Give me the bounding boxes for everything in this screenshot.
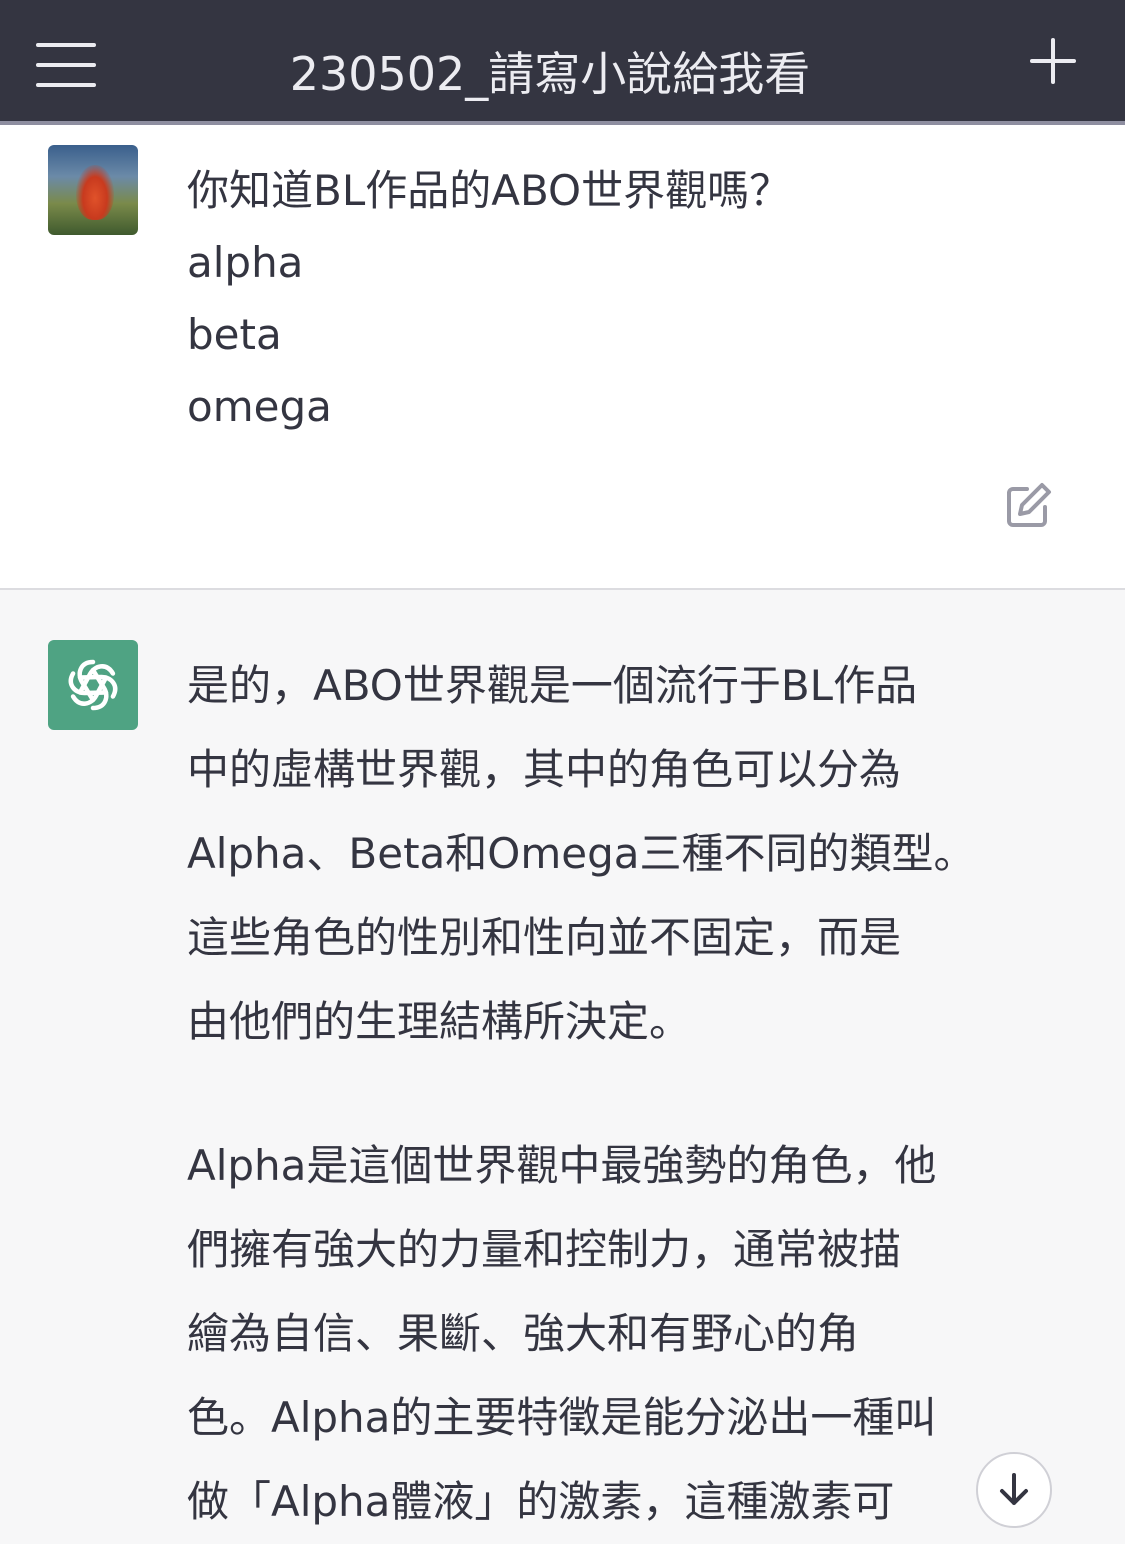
scroll-to-bottom-button[interactable]	[976, 1452, 1052, 1528]
chatgpt-logo-icon	[48, 640, 138, 730]
user-message: 你知道BL作品的ABO世界觀嗎？ alpha beta omega	[0, 125, 1125, 590]
conversation-title: 230502_請寫小說給我看	[289, 47, 811, 101]
text-line: 是的，ABO世界觀是一個流行于BL作品	[187, 661, 918, 710]
text-line: 色。Alpha的主要特徵是能分泌出一種叫	[187, 1393, 937, 1442]
text-line: 由他們的生理結構所決定。	[187, 997, 692, 1046]
text-line: Alpha是這個世界觀中最強勢的角色，他	[187, 1141, 937, 1190]
user-avatar	[48, 145, 138, 235]
user-message-line: omega	[187, 382, 332, 431]
paragraph: Alpha是這個世界觀中最強勢的角色，他 們擁有強大的力量和控制力，通常被描 繪…	[187, 1124, 1067, 1544]
text-line: 繪為自信、果斷、強大和有野心的角	[187, 1309, 860, 1358]
text-line: 做「Alpha體液」的激素，這種激素可	[187, 1477, 895, 1526]
edit-icon[interactable]	[1005, 481, 1053, 529]
plus-icon[interactable]	[1030, 38, 1076, 84]
hamburger-menu-icon[interactable]	[36, 43, 96, 87]
text-line: 中的虛構世界觀，其中的角色可以分為	[187, 745, 902, 794]
user-message-line: 你知道BL作品的ABO世界觀嗎？	[187, 166, 792, 215]
user-message-text: 你知道BL作品的ABO世界觀嗎？ alpha beta omega	[187, 155, 791, 443]
top-bar: 230502_請寫小說給我看	[0, 0, 1125, 125]
user-message-line: alpha	[187, 238, 304, 287]
text-line: Alpha、Beta和Omega三種不同的類型。	[187, 829, 976, 878]
text-line: 們擁有強大的力量和控制力，通常被描	[187, 1225, 902, 1274]
assistant-message-text: 是的，ABO世界觀是一個流行于BL作品 中的虛構世界觀，其中的角色可以分為 Al…	[187, 644, 1067, 1544]
assistant-message: 是的，ABO世界觀是一個流行于BL作品 中的虛構世界觀，其中的角色可以分為 Al…	[0, 590, 1125, 1540]
paragraph: 是的，ABO世界觀是一個流行于BL作品 中的虛構世界觀，其中的角色可以分為 Al…	[187, 644, 1067, 1064]
user-message-line: beta	[187, 310, 282, 359]
text-line: 這些角色的性別和性向並不固定，而是	[187, 913, 902, 962]
arrow-down-icon	[1000, 1473, 1028, 1505]
